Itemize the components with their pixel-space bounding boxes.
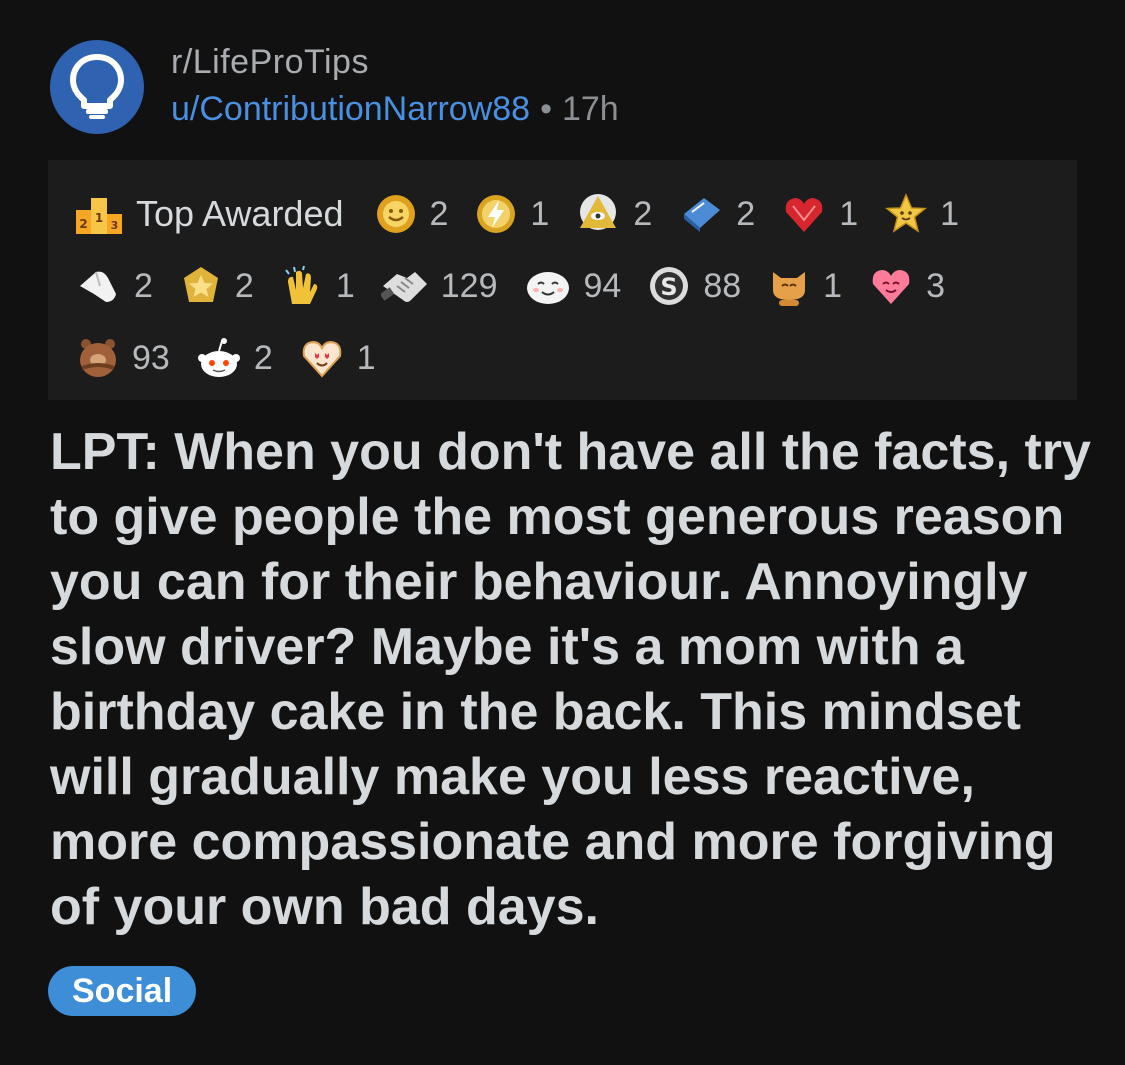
award-count: 2 [633,194,653,233]
award-count: 1 [823,266,843,305]
heart-eyes-award-icon [302,340,342,378]
lightbulb-icon [70,54,124,119]
award-count: 129 [440,266,498,305]
post-flair[interactable]: Social [48,966,197,1016]
silver-award-icon: S [650,267,689,305]
clapping-hands-award-icon [285,265,318,304]
awards-row-2: 2 2 1 129 94 S 88 1 3 [76,250,1047,322]
svg-text:S: S [661,273,678,301]
award-count: 93 [132,338,170,377]
award-item[interactable]: 1 [781,192,858,236]
award-item[interactable]: 2 [575,192,652,236]
award-item[interactable]: 1 [299,336,376,380]
award-count: 2 [134,266,153,305]
award-count: 1 [839,194,859,233]
podium-icon: 2 1 3 [76,198,122,234]
smiling-star-award-icon [885,193,928,233]
book-award-icon [684,198,721,232]
award-item[interactable]: S 88 [647,264,741,308]
cat-award-icon [773,272,806,306]
award-item[interactable]: 3 [868,264,945,308]
hand-award-icon [80,271,116,302]
award-item[interactable]: 2 [374,192,449,236]
handshake-award-icon [380,272,427,302]
award-item[interactable]: 94 [524,264,622,308]
award-count: 94 [583,266,622,305]
svg-text:3: 3 [111,219,119,232]
awards-row-3: 93 2 1 [76,322,1047,394]
award-count: 2 [253,338,273,377]
award-count: 88 [703,266,742,305]
post-title[interactable]: LPT: When you don't have all the facts, … [50,420,1100,940]
subreddit-avatar[interactable] [50,40,144,134]
snoo-award-icon [197,338,240,377]
award-item[interactable]: 1 [280,264,355,308]
award-count: 2 [234,266,254,305]
award-item[interactable]: 129 [380,264,498,308]
award-count: 3 [926,266,945,305]
gold-bolt-award-icon [477,195,516,233]
award-count: 1 [335,266,355,305]
subreddit-name[interactable]: r/LifeProTips [171,40,619,84]
award-item[interactable]: 1 [884,192,959,236]
star-medal-award-icon [183,267,218,302]
meta-separator: • [540,90,552,128]
award-item[interactable]: 2 [76,264,153,308]
awards-row-1: 2 1 3 Top Awarded 2 1 2 2 1 1 [76,178,1047,250]
award-item[interactable]: 2 [196,336,273,380]
wholesome-face-award-icon [526,272,569,304]
gold-sun-award-icon [376,195,415,233]
award-item[interactable]: 2 [678,192,755,236]
award-count: 1 [940,194,960,233]
post-header: r/LifeProTips u/ContributionNarrow88 • 17h [50,40,619,134]
author-username[interactable]: u/ContributionNarrow88 [171,90,530,128]
hugging-heart-award-icon [872,270,910,304]
svg-text:2: 2 [79,217,87,231]
award-count: 2 [429,194,449,233]
award-item[interactable]: 93 [76,336,170,380]
gem-heart-award-icon [785,198,823,232]
award-item[interactable]: 1 [767,264,842,308]
award-count: 2 [736,194,756,233]
top-awarded-badge: 2 1 3 Top Awarded [76,193,344,235]
author-line: u/ContributionNarrow88 • 17h [171,84,619,134]
svg-text:1: 1 [95,211,103,225]
pyramid-eye-award-icon [580,194,617,230]
award-count: 1 [530,194,550,233]
awards-panel[interactable]: 2 1 3 Top Awarded 2 1 2 2 1 1 2 2 1 129 … [48,160,1077,400]
bear-hug-award-icon [80,339,116,377]
award-item[interactable]: 1 [474,192,549,236]
award-item[interactable]: 2 [179,264,254,308]
top-awarded-label: Top Awarded [136,193,344,234]
post-age: 17h [561,90,619,128]
award-count: 1 [356,338,376,377]
